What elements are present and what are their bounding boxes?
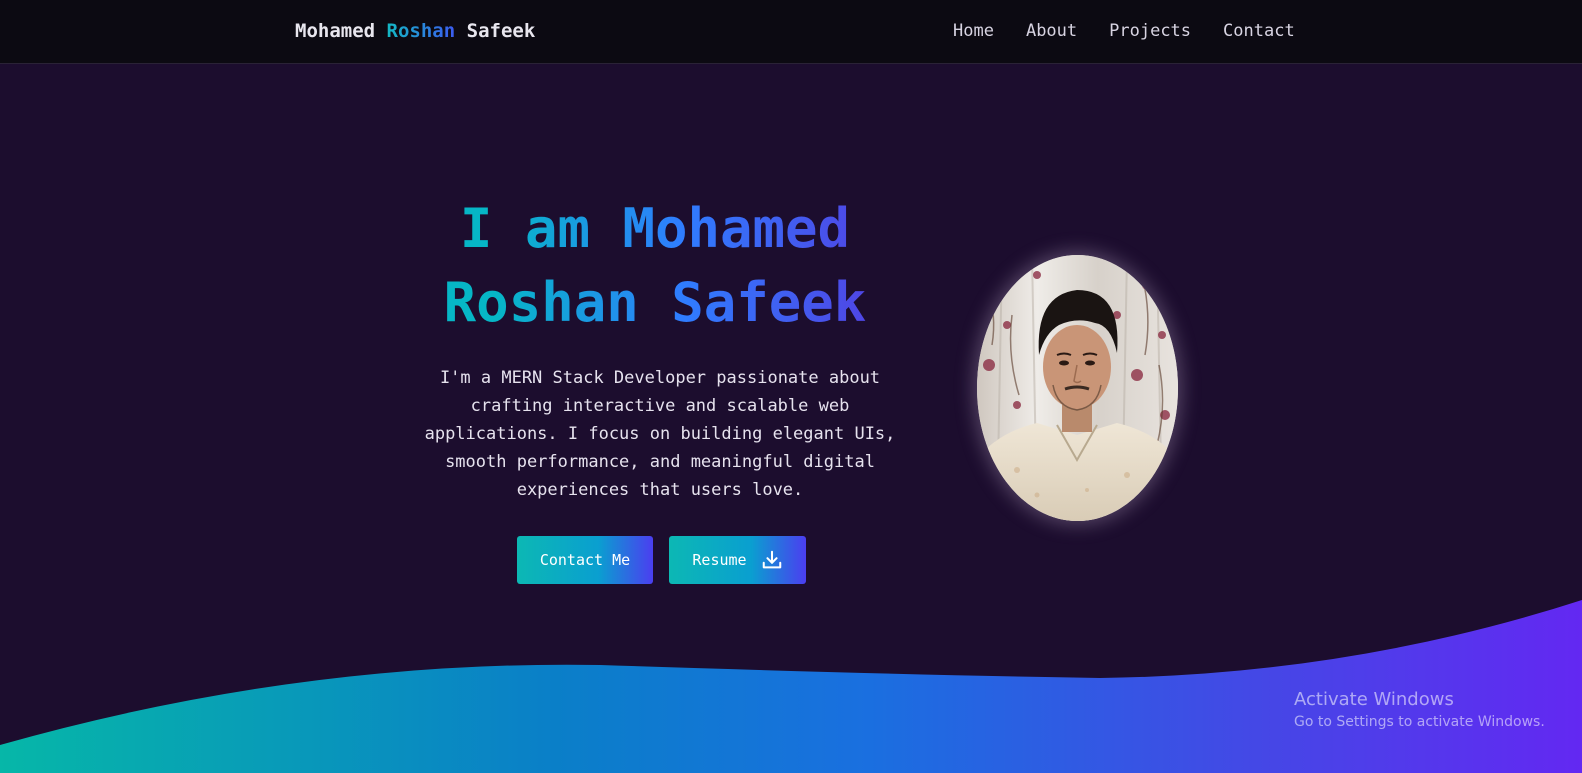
nav-link-home[interactable]: Home	[953, 21, 994, 41]
resume-label: Resume	[692, 551, 747, 569]
hero-description: I'm a MERN Stack Developer passionate ab…	[424, 368, 896, 500]
brand-middle-name: Roshan	[386, 20, 456, 42]
hero-title: I am Mohamed Roshan Safeek	[390, 192, 920, 340]
nav-link-projects[interactable]: Projects	[1109, 21, 1191, 41]
nav-menu: Home About Projects Contact	[953, 21, 1295, 41]
hero-title-line2: Roshan Safeek	[443, 271, 867, 334]
contact-me-button[interactable]: Contact Me	[517, 536, 653, 584]
decorative-wave	[0, 600, 1582, 773]
watermark-title: Activate Windows	[1294, 689, 1454, 710]
profile-photo	[977, 255, 1178, 521]
navbar: Mohamed Roshan Safeek Home About Project…	[0, 0, 1582, 64]
download-icon	[761, 549, 783, 571]
nav-link-contact[interactable]: Contact	[1223, 21, 1295, 41]
contact-me-label: Contact Me	[539, 551, 631, 569]
nav-link-about[interactable]: About	[1026, 21, 1077, 41]
brand-last-name: Safeek	[466, 20, 536, 42]
watermark-subtitle: Go to Settings to activate Windows.	[1294, 714, 1545, 730]
resume-button[interactable]: Resume	[669, 536, 806, 584]
hero-title-line1: I am Mohamed	[459, 197, 851, 260]
windows-activation-watermark: Activate Windows Go to Settings to activ…	[1294, 689, 1545, 732]
brand-first-name: Mohamed	[295, 20, 376, 42]
brand-logo[interactable]: Mohamed Roshan Safeek	[295, 20, 535, 42]
